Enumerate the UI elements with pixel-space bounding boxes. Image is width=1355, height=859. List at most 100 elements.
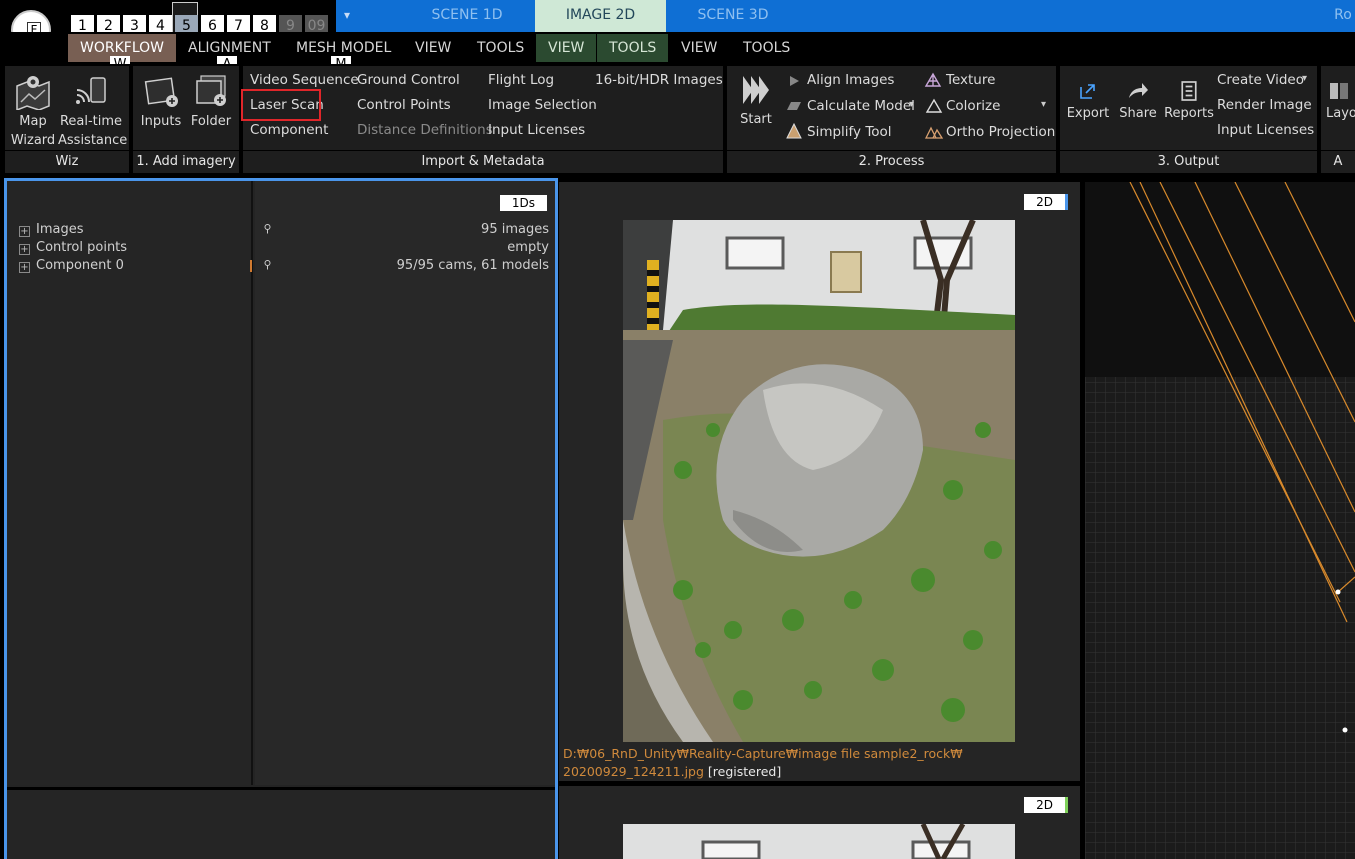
simplify-tool-link[interactable]: Simplify Tool xyxy=(807,124,892,140)
tree-row-label: Images xyxy=(36,222,84,237)
component-marker xyxy=(250,260,252,272)
menu-tools-1[interactable]: TOOLS xyxy=(465,34,536,62)
scene-3d-viewport xyxy=(1085,182,1355,859)
create-video-link[interactable]: Create Video xyxy=(1217,72,1304,88)
scene-tab-bar: ▾ SCENE 1D IMAGE 2D SCENE 3D Ro xyxy=(336,0,1355,32)
start-label: Start xyxy=(740,112,772,127)
tree-row-control-points[interactable]: + Control points xyxy=(19,239,127,257)
map-icon xyxy=(16,76,50,110)
start-icon xyxy=(743,76,769,104)
render-image-link[interactable]: Render Image xyxy=(1217,97,1312,113)
photo-thumbnail-2[interactable] xyxy=(623,824,1015,859)
menu-view-2[interactable]: VIEW xyxy=(536,34,597,62)
tab-truncated[interactable]: Ro xyxy=(1328,0,1355,32)
group-output-label: 3. Output xyxy=(1060,151,1317,173)
inputs-label: Inputs xyxy=(140,114,182,129)
panel-2d-tag: 2D xyxy=(1024,194,1068,210)
expand-icon[interactable]: + xyxy=(19,244,30,255)
menu-view-1[interactable]: VIEW xyxy=(403,34,463,62)
map-wizard-label-1: Map xyxy=(19,114,47,129)
flight-log-link[interactable]: Flight Log xyxy=(488,72,554,88)
scene-1d-panel[interactable]: + Images + Control points + Component 0 1Ds… xyxy=(4,178,558,859)
expand-icon[interactable]: + xyxy=(19,262,30,273)
align-images-icon xyxy=(790,76,799,86)
reports-button[interactable]: Reports xyxy=(1162,80,1216,123)
tree-names: + Images + Control points + Component 0 xyxy=(7,181,253,785)
export-button[interactable]: Export xyxy=(1064,80,1112,123)
tab-image-2d[interactable]: IMAGE 2D xyxy=(535,0,666,32)
calculate-model-link[interactable]: Calculate Model xyxy=(807,98,915,114)
expand-icon[interactable]: + xyxy=(19,226,30,237)
hdr-images-link[interactable]: 16-bit/HDR Images xyxy=(595,72,723,88)
folder-button[interactable]: Folder xyxy=(188,72,234,131)
share-button[interactable]: Share xyxy=(1116,80,1160,123)
colorize-dropdown-icon[interactable]: ▾ xyxy=(1041,99,1046,110)
pin-icon[interactable] xyxy=(264,260,271,270)
realtime-label-2: Assistance xyxy=(58,133,128,148)
tree-values: 1Ds 95 images empty 95/95 cams, 61 model… xyxy=(255,181,555,785)
texture-link[interactable]: Texture xyxy=(946,72,995,88)
scene-3d-panel[interactable] xyxy=(1085,182,1355,859)
laser-scan-highlight xyxy=(241,89,321,121)
realtime-label-1: Real-time xyxy=(59,114,123,129)
share-label: Share xyxy=(1119,106,1157,121)
align-images-link[interactable]: Align Images xyxy=(807,72,894,88)
reports-label: Reports xyxy=(1164,106,1214,121)
calculate-model-dropdown-icon[interactable]: ▾ xyxy=(909,99,914,110)
group-add-imagery-label: 1. Add imagery xyxy=(133,151,239,173)
realtime-device-icon xyxy=(76,77,106,104)
scene-1d-lower-pane[interactable] xyxy=(7,787,555,859)
group-truncated-label: A xyxy=(1321,151,1355,173)
colorize-icon xyxy=(925,98,943,113)
panel-1ds-tag: 1Ds xyxy=(499,195,547,211)
start-button[interactable]: Start xyxy=(734,72,778,129)
ortho-projection-icon xyxy=(924,126,944,139)
colorize-link[interactable]: Colorize xyxy=(946,98,1000,114)
video-sequence-link[interactable]: Video Sequence xyxy=(250,72,359,88)
layout-icon xyxy=(1330,83,1348,99)
export-label: Export xyxy=(1066,106,1110,121)
calculate-model-icon xyxy=(787,102,801,110)
image-path-line1: D:₩06_RnD_Unity₩Reality-Capture₩image fi… xyxy=(563,746,963,761)
input-licenses-link[interactable]: Input Licenses xyxy=(488,122,585,138)
ground-control-link[interactable]: Ground Control xyxy=(357,72,460,88)
layout-button[interactable]: Layo xyxy=(1326,80,1355,123)
realtime-assistance-button[interactable]: Real-time Assistance xyxy=(58,72,128,150)
tab-scene-1d[interactable]: SCENE 1D xyxy=(398,0,536,32)
image-path-line2: 20200929_124211.jpg [registered] xyxy=(563,763,1073,781)
image-filename: 20200929_124211.jpg xyxy=(563,764,704,779)
menu-tools-3[interactable]: TOOLS xyxy=(731,34,802,62)
map-wizard-label-2: Wizard xyxy=(10,133,56,148)
export-icon xyxy=(1080,84,1095,99)
ortho-projection-link[interactable]: Ortho Projection xyxy=(946,124,1055,140)
output-input-licenses-link[interactable]: Input Licenses xyxy=(1217,122,1314,138)
tree-value-component: 95/95 cams, 61 models xyxy=(396,258,549,273)
control-points-link[interactable]: Control Points xyxy=(357,97,451,113)
tree-row-component[interactable]: + Component 0 xyxy=(19,257,124,275)
inputs-button[interactable]: Inputs xyxy=(136,72,186,131)
tree-value-images: 95 images xyxy=(481,222,549,237)
map-wizard-button[interactable]: Map Wizard xyxy=(8,72,58,150)
menu-tools-2[interactable]: TOOLS xyxy=(597,34,669,62)
tab-scene-3d[interactable]: SCENE 3D xyxy=(666,0,800,32)
menu-view-3[interactable]: VIEW xyxy=(669,34,729,62)
add-image-icon xyxy=(144,77,178,107)
photo-thumbnail-2-image xyxy=(623,824,1015,859)
distance-definitions-link[interactable]: Distance Definitions xyxy=(357,122,493,138)
group-import-label: Import & Metadata xyxy=(243,151,723,173)
folder-label: Folder xyxy=(190,114,232,129)
rock-photo[interactable] xyxy=(623,220,1015,742)
group-wiz-label: Wiz xyxy=(5,151,129,173)
image-selection-link[interactable]: Image Selection xyxy=(488,97,597,113)
share-icon xyxy=(1129,83,1148,98)
rock-photo-image xyxy=(623,220,1015,742)
component-link[interactable]: Component xyxy=(250,122,328,138)
tree-row-label: Component 0 xyxy=(36,258,124,273)
reports-icon xyxy=(1181,81,1197,101)
create-video-dropdown-icon[interactable]: ▾ xyxy=(1302,73,1307,84)
add-folder-icon xyxy=(196,75,226,106)
scene-dropdown-icon[interactable]: ▾ xyxy=(344,8,350,22)
tree-row-images[interactable]: + Images xyxy=(19,221,84,239)
pin-icon[interactable] xyxy=(264,224,271,234)
group-process-label: 2. Process xyxy=(727,151,1056,173)
